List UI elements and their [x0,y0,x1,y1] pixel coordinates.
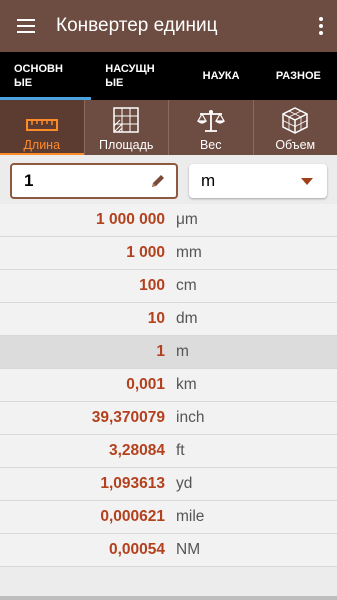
result-unit: yd [176,475,193,492]
tab-weight-label: Вес [199,138,222,152]
type-tabs: Длина Площадь Вес Объем [0,100,337,155]
value-input[interactable]: 1 [10,163,178,199]
menu-icon[interactable] [0,0,52,52]
result-unit: mm [176,244,202,261]
category-tabs: ОСНОВН ЫЕ НАСУЩН ЫЕ НАУКА РАЗНОЕ [0,52,337,100]
app-title: Конвертер единиц [56,15,218,36]
result-value: 1 [156,343,165,360]
tab-volume-label: Объем [275,138,316,152]
result-value: 1 000 [126,244,165,261]
result-unit: ft [176,442,185,459]
tab-weight[interactable]: Вес [169,100,254,155]
tab-volume[interactable]: Объем [254,100,337,155]
tab-length-label: Длина [23,138,61,152]
result-value: 1,093613 [100,475,165,492]
tab-basic[interactable]: ОСНОВН ЫЕ [0,52,92,100]
result-unit: NM [176,541,201,558]
tab-basic-label: ОСНОВН ЫЕ [14,63,63,89]
unit-select-value: m [201,171,216,190]
result-unit: μm [176,211,198,228]
value-input-text: 1 [24,171,34,190]
tab-essential-label: НАСУЩН ЫЕ [105,63,155,89]
result-unit: km [176,376,197,393]
result-unit: dm [176,310,198,327]
result-row[interactable]: 3,28084 ft [0,435,337,468]
result-unit: m [176,343,189,360]
cube-icon [282,107,308,134]
tab-area[interactable]: Площадь [85,100,169,155]
unit-select[interactable]: m [189,164,327,198]
result-unit: mile [176,508,205,525]
result-row[interactable]: 1 000 000 μm [0,204,337,237]
input-row: 1 m [0,155,337,208]
result-row[interactable]: 1,093613 yd [0,468,337,501]
result-value: 1 000 000 [96,211,165,228]
bottom-divider [0,596,337,600]
tab-science[interactable]: НАУКА [183,52,260,100]
result-value: 3,28084 [108,442,165,459]
dropdown-arrow-icon [301,177,313,185]
results-list: 1 000 000 μm 1 000 mm 100 cm 10 dm 1m 0,001 k… [0,204,337,567]
result-value: 0,00054 [108,541,165,558]
tab-area-label: Площадь [99,138,154,152]
result-row[interactable]: 1 000 mm [0,237,337,270]
result-row[interactable]: 10 dm [0,303,337,336]
result-row[interactable]: 0,00054 NM [0,534,337,567]
result-value: 39,370079 [91,409,165,426]
tab-misc-label: РАЗНОЕ [275,70,321,82]
more-options-icon[interactable] [305,0,337,52]
tab-length[interactable]: Длина [0,100,85,155]
result-row[interactable]: 0,001 km [0,369,337,402]
result-row[interactable]: 39,370079 inch [0,402,337,435]
tab-misc[interactable]: РАЗНОЕ [260,52,337,100]
result-row-selected[interactable]: 1m [0,336,337,369]
ruler-icon [25,119,58,131]
tab-science-label: НАУКА [202,70,240,82]
result-value: 0,000621 [100,508,165,525]
result-unit: cm [176,277,197,294]
pencil-icon[interactable] [150,173,166,189]
app-bar: Конвертер единиц [0,0,337,52]
result-row[interactable]: 100 cm [0,270,337,303]
result-value: 10 [147,310,165,327]
area-grid-icon [113,107,139,133]
tab-essential[interactable]: НАСУЩН ЫЕ [91,52,182,100]
result-row[interactable]: 0,000621 mile [0,501,337,534]
scale-icon [196,110,225,132]
result-value: 100 [139,277,165,294]
result-value: 0,001 [126,376,165,393]
result-unit: inch [176,409,205,426]
